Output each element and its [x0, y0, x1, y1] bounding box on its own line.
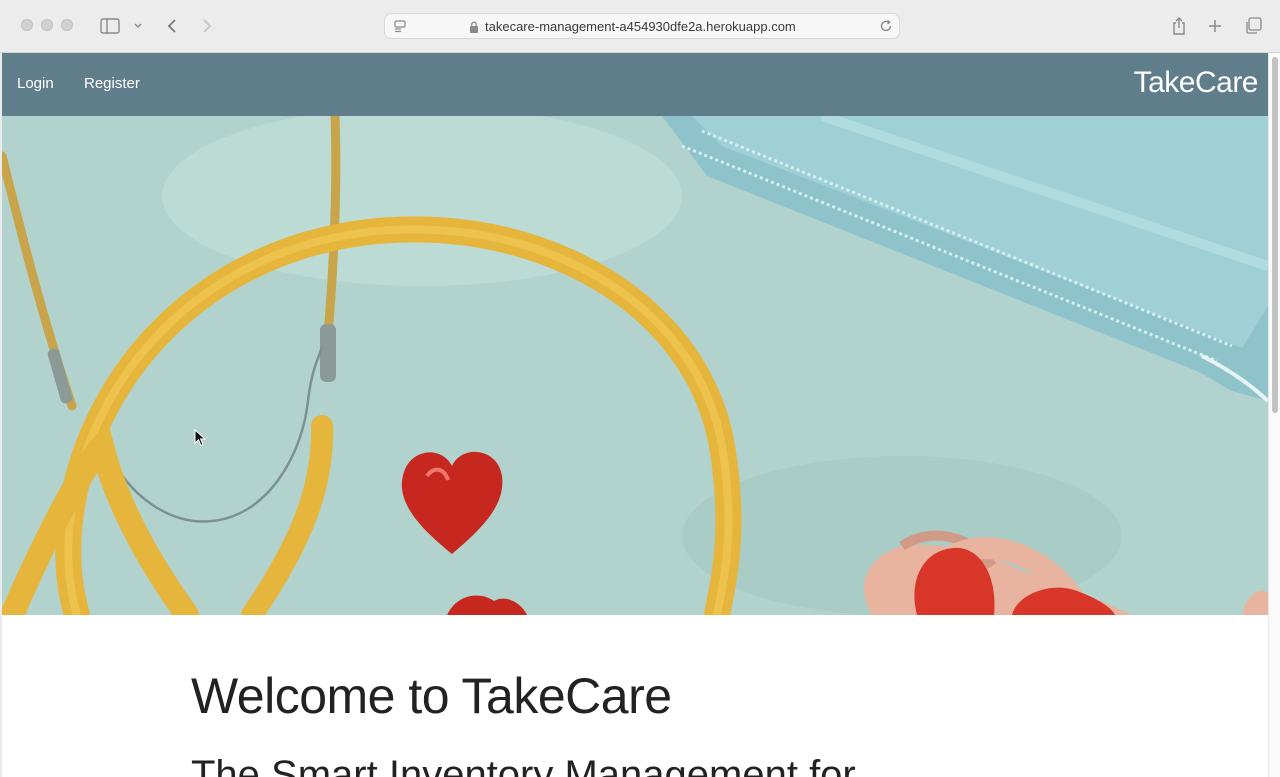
zoom-window-button[interactable]	[61, 19, 73, 31]
mouse-cursor-icon	[194, 428, 207, 452]
top-navbar: Login Register TakeCare	[2, 53, 1268, 116]
register-link[interactable]: Register	[84, 75, 140, 92]
brand-logo[interactable]: TakeCare	[1134, 66, 1259, 100]
minimize-window-button[interactable]	[41, 19, 53, 31]
tab-overview-icon[interactable]	[1243, 14, 1263, 38]
address-bar[interactable]: takecare-management-a454930dfe2a.herokua…	[384, 13, 900, 39]
sidebar-toggle-icon[interactable]	[99, 14, 121, 38]
page-subtitle: The Smart Inventory Management for	[191, 753, 856, 777]
page-scrollbar[interactable]	[1268, 53, 1280, 777]
hero-illustration	[2, 116, 1268, 615]
chevron-down-icon[interactable]	[132, 14, 144, 38]
page-title: Welcome to TakeCare	[191, 668, 672, 724]
new-tab-icon[interactable]	[1206, 14, 1224, 38]
back-arrow-icon[interactable]	[163, 14, 181, 38]
hero-image	[2, 116, 1268, 615]
web-page: Login Register TakeCare Welcome to TakeC…	[2, 53, 1268, 777]
forward-arrow-icon[interactable]	[198, 14, 216, 38]
login-link[interactable]: Login	[17, 75, 54, 92]
url-text[interactable]: takecare-management-a454930dfe2a.herokua…	[485, 19, 796, 34]
share-icon[interactable]	[1170, 14, 1188, 38]
reload-icon[interactable]	[879, 19, 893, 38]
scrollbar-thumb[interactable]	[1272, 57, 1278, 413]
lock-icon	[469, 20, 479, 38]
browser-toolbar: takecare-management-a454930dfe2a.herokua…	[0, 0, 1280, 53]
close-window-button[interactable]	[21, 19, 33, 31]
page-settings-icon[interactable]	[393, 19, 407, 38]
